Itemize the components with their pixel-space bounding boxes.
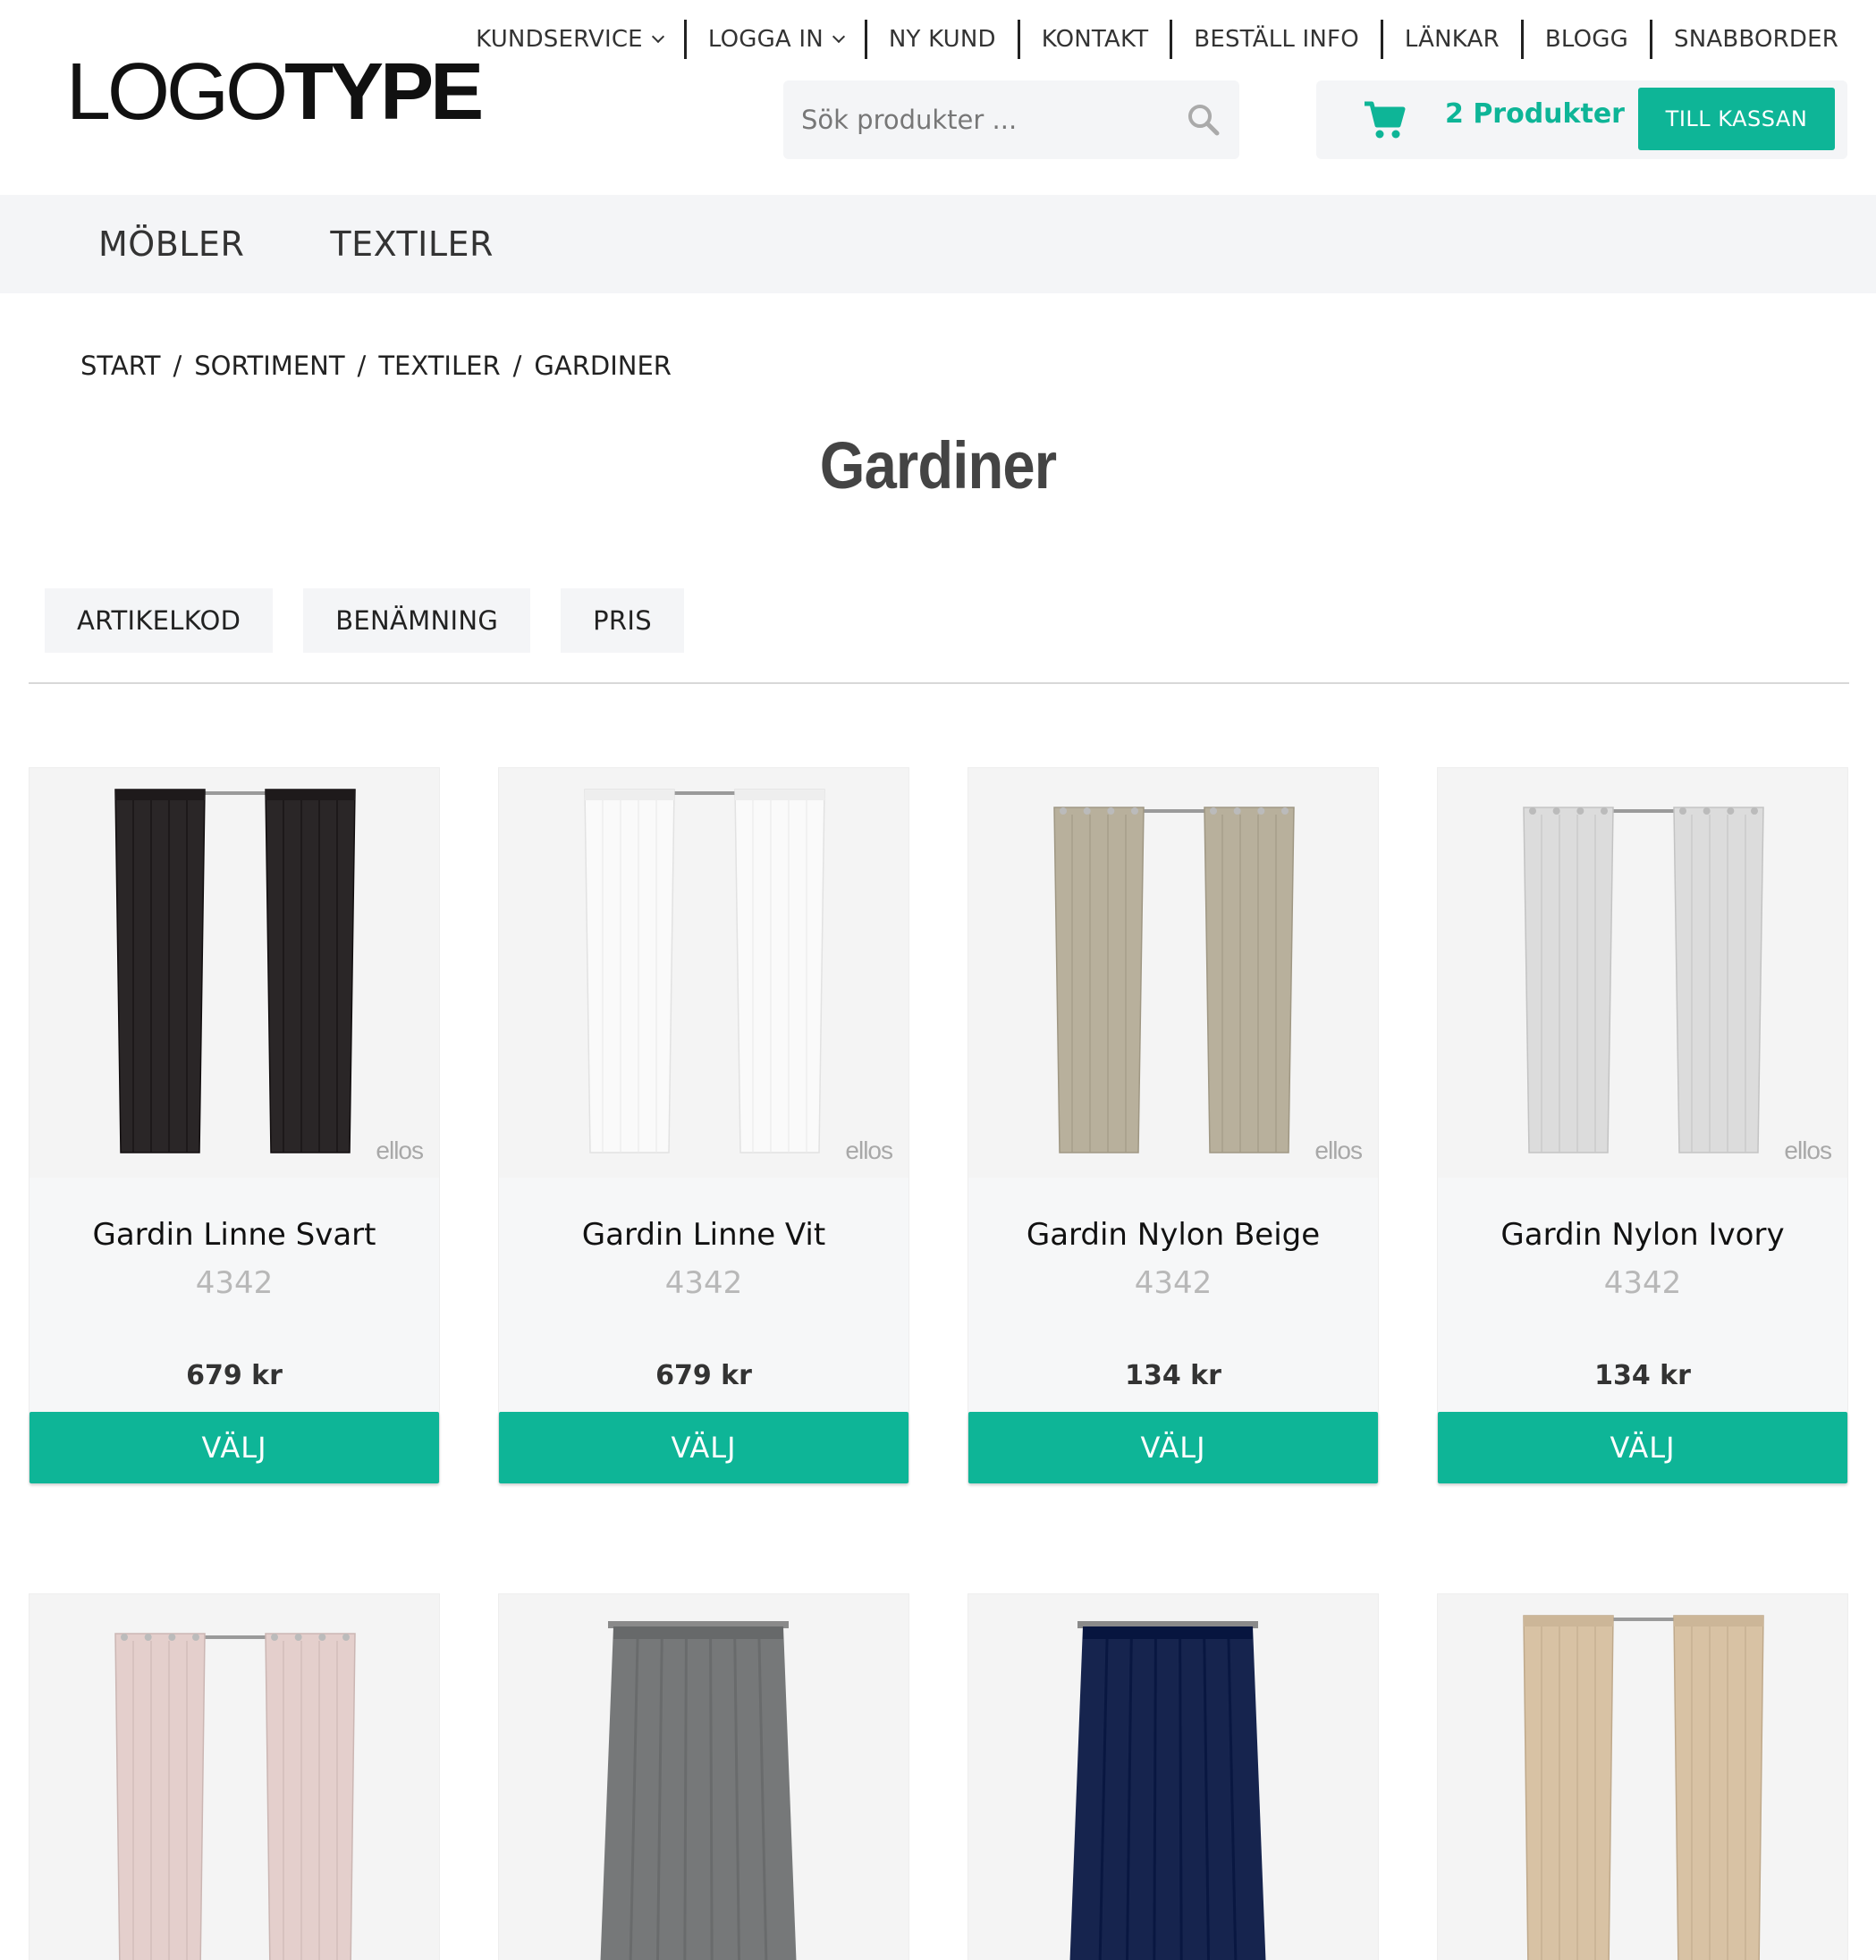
brand-logo: ellos — [1314, 1136, 1363, 1164]
search-input[interactable] — [801, 105, 1186, 135]
nav-ny-kund[interactable]: NY KUND — [864, 20, 1018, 59]
page-title: Gardiner — [819, 428, 1057, 503]
breadcrumb-sortiment[interactable]: SORTIMENT — [194, 351, 344, 381]
curtain-illustration — [1069, 1621, 1266, 1960]
breadcrumb: START / SORTIMENT / TEXTILER / GARDINER — [80, 351, 672, 381]
brand-logo: ellos — [1784, 1136, 1832, 1164]
product-card: ellos Gardin Linne Svart 4342 679 kr VÄL… — [29, 767, 440, 1483]
product-card: ellos Gardin Nylon Beige 4342 134 kr VÄL… — [968, 767, 1379, 1483]
breadcrumb-separator: / — [357, 351, 367, 381]
product-price: 679 kr — [186, 1360, 283, 1391]
sort-artikelkod-button[interactable]: ARTIKELKOD — [45, 588, 274, 653]
curtain-illustration — [600, 1621, 797, 1960]
product-card: ellos Gardin Nylon Ivory 4342 134 kr VÄL… — [1437, 767, 1848, 1483]
nav-label: BESTÄLL INFO — [1194, 26, 1359, 53]
nav-label: KUNDSERVICE — [476, 26, 643, 53]
category-mobler[interactable]: MÖBLER — [98, 224, 244, 264]
site-logo[interactable]: LOGOTYPE — [66, 52, 484, 132]
logo-part-2: TYPE — [284, 47, 484, 137]
breadcrumb-current: GARDINER — [534, 351, 672, 381]
product-name[interactable]: Gardin Nylon Ivory — [1438, 1217, 1847, 1253]
product-image[interactable] — [30, 1594, 439, 1960]
nav-kontakt[interactable]: KONTAKT — [1017, 20, 1170, 59]
search-box — [783, 80, 1239, 159]
breadcrumb-separator: / — [173, 351, 182, 381]
nav-bestall-info[interactable]: BESTÄLL INFO — [1170, 20, 1381, 59]
product-name[interactable]: Gardin Linne Svart — [30, 1217, 439, 1253]
nav-logga-in[interactable]: LOGGA IN — [683, 20, 865, 59]
category-textiler[interactable]: TEXTILER — [330, 224, 494, 264]
divider — [29, 682, 1849, 684]
cart-box: 2 Produkter TILL KASSAN — [1316, 80, 1847, 159]
product-card — [29, 1593, 440, 1960]
product-code: 4342 — [1134, 1265, 1213, 1301]
choose-button[interactable]: VÄLJ — [968, 1412, 1378, 1483]
brand-logo: ellos — [376, 1136, 424, 1164]
product-price: 679 kr — [655, 1360, 752, 1391]
nav-kundservice[interactable]: KUNDSERVICE — [454, 20, 684, 59]
product-name[interactable]: Gardin Nylon Beige — [968, 1217, 1378, 1253]
sort-pris-button[interactable]: PRIS — [561, 588, 684, 653]
cart-icon[interactable] — [1363, 100, 1406, 139]
nav-lankar[interactable]: LÄNKAR — [1380, 20, 1521, 59]
product-price: 134 kr — [1594, 1360, 1691, 1391]
product-price: 134 kr — [1125, 1360, 1221, 1391]
choose-button[interactable]: VÄLJ — [30, 1412, 439, 1483]
checkout-button[interactable]: TILL KASSAN — [1638, 88, 1835, 150]
nav-label: LÄNKAR — [1404, 26, 1500, 53]
breadcrumb-separator: / — [512, 351, 522, 381]
curtain-illustration — [114, 1633, 356, 1960]
nav-snabborder[interactable]: SNABBORDER — [1650, 20, 1860, 59]
curtain-illustration — [1053, 807, 1295, 1153]
product-code: 4342 — [664, 1265, 743, 1301]
chevron-down-icon — [832, 30, 845, 44]
sort-benamning-button[interactable]: BENÄMNING — [303, 588, 531, 653]
sort-bar: ARTIKELKOD BENÄMNING PRIS — [45, 588, 714, 653]
curtain-illustration — [584, 789, 825, 1153]
product-image[interactable] — [499, 1594, 908, 1960]
curtain-illustration — [1523, 807, 1764, 1153]
cart-count-link[interactable]: 2 Produkter — [1445, 98, 1625, 130]
product-image[interactable]: ellos — [968, 768, 1378, 1178]
product-name[interactable]: Gardin Linne Vit — [499, 1217, 908, 1253]
product-card — [968, 1593, 1379, 1960]
choose-button[interactable]: VÄLJ — [1438, 1412, 1847, 1483]
choose-button[interactable]: VÄLJ — [499, 1412, 908, 1483]
product-image[interactable]: ellos — [499, 768, 908, 1178]
product-card — [498, 1593, 909, 1960]
brand-logo: ellos — [845, 1136, 893, 1164]
nav-label: KONTAKT — [1041, 26, 1149, 53]
nav-blogg[interactable]: BLOGG — [1520, 20, 1650, 59]
nav-label: BLOGG — [1544, 26, 1628, 53]
nav-label: SNABBORDER — [1674, 26, 1838, 53]
product-card: ellos Gardin Linne Vit 4342 679 kr VÄLJ — [498, 767, 909, 1483]
category-bar: MÖBLER TEXTILER — [0, 195, 1876, 293]
chevron-down-icon — [651, 30, 664, 44]
breadcrumb-textiler[interactable]: TEXTILER — [378, 351, 500, 381]
nav-label: LOGGA IN — [707, 26, 824, 53]
top-utility-nav: KUNDSERVICE LOGGA IN NY KUND KONTAKT BES… — [454, 16, 1860, 63]
product-image[interactable] — [1438, 1594, 1847, 1960]
product-card — [1437, 1593, 1848, 1960]
breadcrumb-start[interactable]: START — [80, 351, 160, 381]
product-image[interactable]: ellos — [1438, 768, 1847, 1178]
curtain-illustration — [114, 789, 356, 1153]
product-code: 4342 — [195, 1265, 274, 1301]
logo-part-1: LOGO — [66, 47, 288, 137]
search-icon[interactable] — [1186, 102, 1221, 138]
curtain-illustration — [1523, 1615, 1764, 1960]
product-image[interactable] — [968, 1594, 1378, 1960]
product-image[interactable]: ellos — [30, 768, 439, 1178]
nav-label: NY KUND — [888, 26, 996, 53]
product-code: 4342 — [1603, 1265, 1682, 1301]
product-grid: ellos Gardin Linne Svart 4342 679 kr VÄL… — [29, 767, 1849, 1960]
